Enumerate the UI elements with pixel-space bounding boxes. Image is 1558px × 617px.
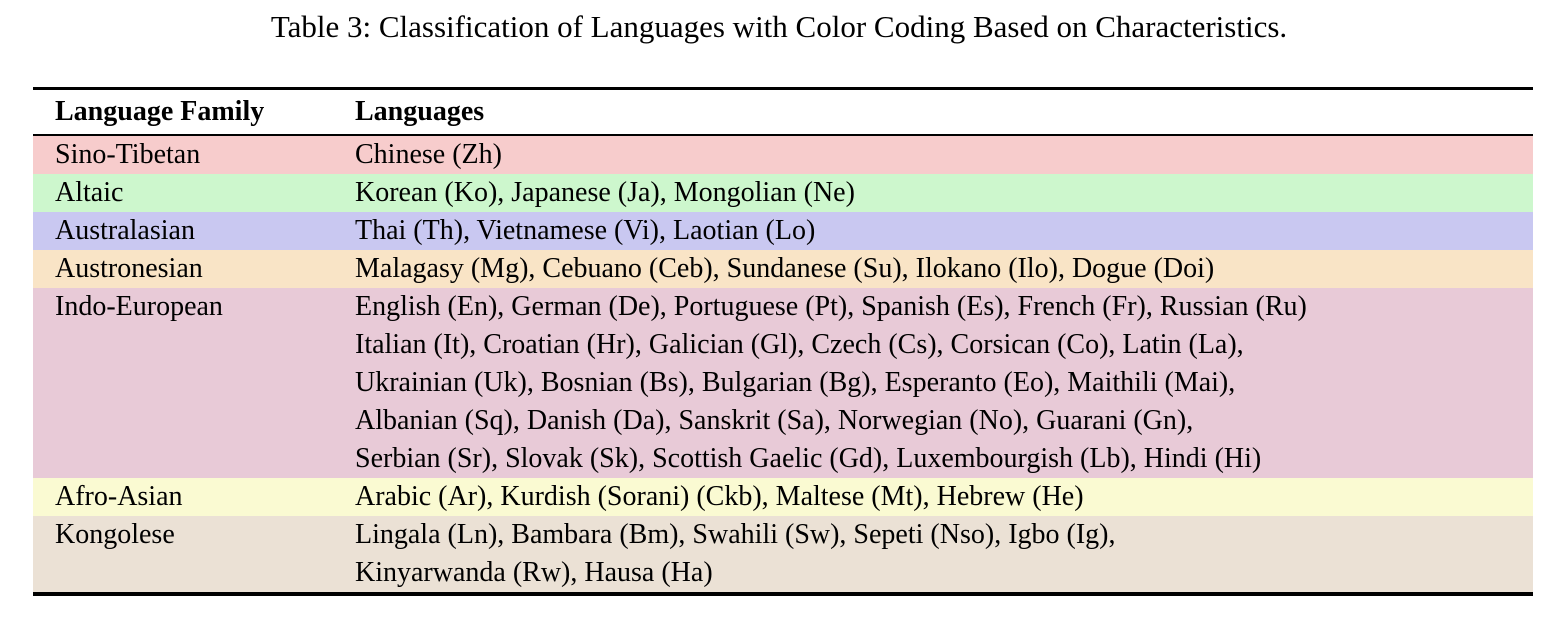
languages-cell: Thai (Th), Vietnamese (Vi), Laotian (Lo) xyxy=(355,212,1533,250)
table-row-afro-asian: Afro-Asian Arabic (Ar), Kurdish (Sorani)… xyxy=(33,478,1533,516)
column-header-languages: Languages xyxy=(355,93,1533,131)
languages-line: Arabic (Ar), Kurdish (Sorani) (Ckb), Mal… xyxy=(355,478,1533,516)
languages-cell: Arabic (Ar), Kurdish (Sorani) (Ckb), Mal… xyxy=(355,478,1533,516)
family-cell: Indo-European xyxy=(33,288,355,478)
family-cell: Sino-Tibetan xyxy=(33,136,355,174)
languages-cell: Lingala (Ln), Bambara (Bm), Swahili (Sw)… xyxy=(355,516,1533,592)
table-row-sino-tibetan: Sino-Tibetan Chinese (Zh) xyxy=(33,136,1533,174)
table-header-row: Language Family Languages xyxy=(33,90,1533,136)
table-row-altaic: Altaic Korean (Ko), Japanese (Ja), Mongo… xyxy=(33,174,1533,212)
table-row-indo-european: Indo-European English (En), German (De),… xyxy=(33,288,1533,478)
table-row-kongolese: Kongolese Lingala (Ln), Bambara (Bm), Sw… xyxy=(33,516,1533,592)
languages-line: Kinyarwanda (Rw), Hausa (Ha) xyxy=(355,554,1533,592)
languages-line: Thai (Th), Vietnamese (Vi), Laotian (Lo) xyxy=(355,212,1533,250)
table-row-austronesian: Austronesian Malagasy (Mg), Cebuano (Ceb… xyxy=(33,250,1533,288)
languages-cell: Korean (Ko), Japanese (Ja), Mongolian (N… xyxy=(355,174,1533,212)
languages-line: Chinese (Zh) xyxy=(355,136,1533,174)
column-header-language-family: Language Family xyxy=(33,93,355,131)
family-cell: Afro-Asian xyxy=(33,478,355,516)
languages-line: Lingala (Ln), Bambara (Bm), Swahili (Sw)… xyxy=(355,516,1533,554)
table-row-australasian: Australasian Thai (Th), Vietnamese (Vi),… xyxy=(33,212,1533,250)
family-cell: Kongolese xyxy=(33,516,355,592)
family-cell: Altaic xyxy=(33,174,355,212)
family-cell: Austronesian xyxy=(33,250,355,288)
language-classification-table: Language Family Languages Sino-Tibetan C… xyxy=(33,87,1533,596)
languages-line: Malagasy (Mg), Cebuano (Ceb), Sundanese … xyxy=(355,250,1533,288)
languages-line: Albanian (Sq), Danish (Da), Sanskrit (Sa… xyxy=(355,402,1533,440)
table-caption: Table 3: Classification of Languages wit… xyxy=(0,6,1558,48)
family-cell: Australasian xyxy=(33,212,355,250)
languages-line: Korean (Ko), Japanese (Ja), Mongolian (N… xyxy=(355,174,1533,212)
languages-line: Ukrainian (Uk), Bosnian (Bs), Bulgarian … xyxy=(355,364,1533,402)
languages-cell: Malagasy (Mg), Cebuano (Ceb), Sundanese … xyxy=(355,250,1533,288)
languages-line: Italian (It), Croatian (Hr), Galician (G… xyxy=(355,326,1533,364)
languages-cell: Chinese (Zh) xyxy=(355,136,1533,174)
languages-line: English (En), German (De), Portuguese (P… xyxy=(355,288,1533,326)
languages-line: Serbian (Sr), Slovak (Sk), Scottish Gael… xyxy=(355,440,1533,478)
languages-cell: English (En), German (De), Portuguese (P… xyxy=(355,288,1533,478)
